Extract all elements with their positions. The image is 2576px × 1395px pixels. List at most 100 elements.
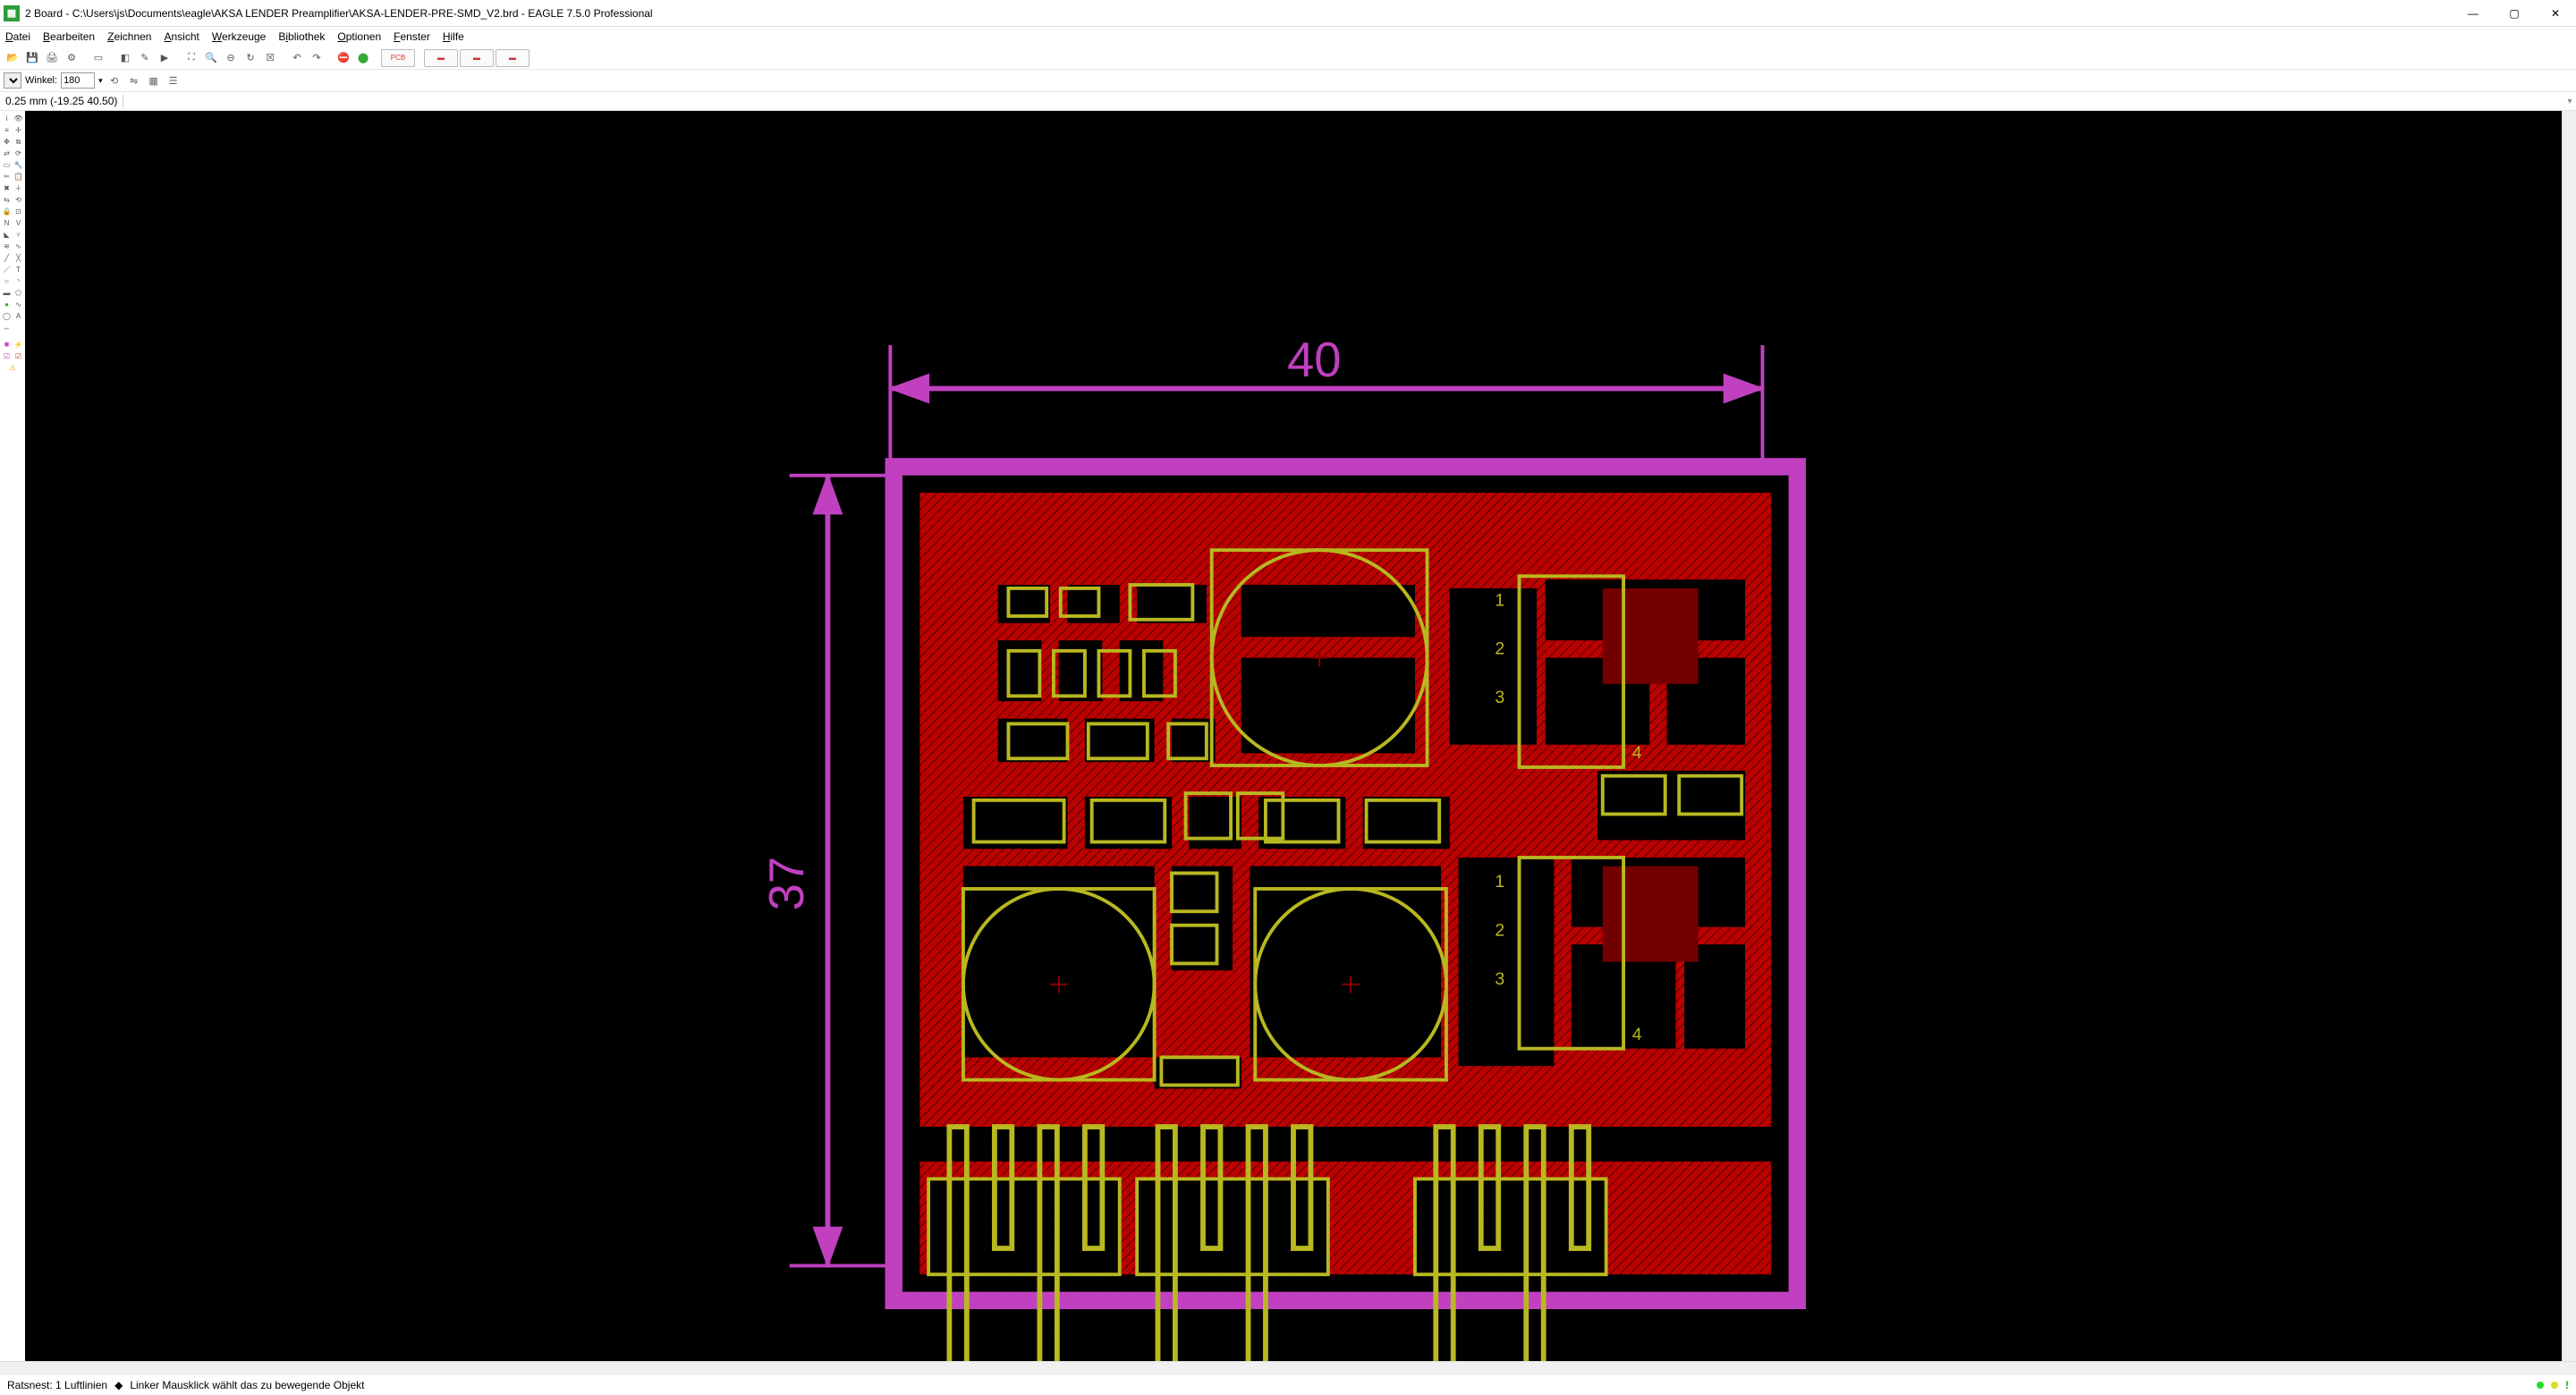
tool-add[interactable]: ＋ bbox=[13, 182, 24, 194]
script-icon[interactable]: ✎ bbox=[136, 49, 154, 67]
tool-ripup[interactable]: ╳ bbox=[13, 252, 24, 264]
tool-smash[interactable]: ⊡ bbox=[13, 206, 24, 217]
tool-copy[interactable]: ⧉ bbox=[13, 136, 24, 148]
tool-drc[interactable]: ☑ bbox=[13, 351, 24, 362]
stop-icon[interactable]: ⛔ bbox=[335, 49, 352, 67]
tool-cut[interactable]: ✂ bbox=[1, 171, 13, 182]
status-hint: Linker Mausklick wählt das zu bewegende … bbox=[130, 1379, 364, 1391]
tool-lock[interactable]: 🔒 bbox=[1, 206, 13, 217]
tool-value[interactable]: V bbox=[13, 217, 24, 229]
menu-bearbeiten[interactable]: Bearbeiten bbox=[41, 29, 97, 45]
tool-rect[interactable]: ▬ bbox=[1, 287, 13, 299]
zoom-select-icon[interactable]: ☒ bbox=[261, 49, 279, 67]
manufacturer2-button[interactable]: ▬ bbox=[460, 49, 494, 67]
undo-icon[interactable]: ↶ bbox=[288, 49, 306, 67]
print-icon[interactable]: 🖨 bbox=[43, 49, 61, 67]
minimize-button[interactable]: — bbox=[2453, 0, 2494, 27]
status-exclaim: ! bbox=[2565, 1379, 2569, 1391]
tool-paste[interactable]: 📋 bbox=[13, 171, 24, 182]
zoom-fit-icon[interactable]: ⛶ bbox=[182, 49, 200, 67]
tool-meander[interactable]: ∿ bbox=[13, 241, 24, 252]
pcb-view: 40 37 bbox=[25, 111, 2562, 1361]
redraw-icon[interactable]: ↻ bbox=[242, 49, 259, 67]
tool-change[interactable]: 🔧 bbox=[13, 159, 24, 171]
menu-zeichnen[interactable]: Zeichnen bbox=[106, 29, 153, 45]
run-icon[interactable]: ▶ bbox=[156, 49, 174, 67]
menu-hilfe[interactable]: Hilfe bbox=[441, 29, 466, 45]
tool-replace[interactable]: ⟲ bbox=[13, 194, 24, 206]
cmd-dropdown-icon[interactable]: ▾ bbox=[2563, 97, 2576, 106]
tool-circle[interactable]: ○ bbox=[1, 275, 13, 287]
tool-attribute[interactable]: A bbox=[13, 310, 24, 322]
tool-route[interactable]: ╱ bbox=[1, 252, 13, 264]
tool-miter[interactable]: ◣ bbox=[1, 229, 13, 241]
menu-fenster[interactable]: Fenster bbox=[392, 29, 432, 45]
tool-signal[interactable]: ∿ bbox=[13, 299, 24, 310]
tool-show[interactable]: 👁 bbox=[13, 113, 24, 124]
tool-dimension[interactable]: ↔ bbox=[1, 322, 13, 334]
mirror-icon[interactable]: ⟲ bbox=[106, 72, 123, 89]
save-icon[interactable]: 💾 bbox=[23, 49, 41, 67]
flip-icon[interactable]: ⇋ bbox=[126, 72, 142, 89]
tool-optimize[interactable]: ≋ bbox=[1, 241, 13, 252]
zoom-in-icon[interactable]: 🔍 bbox=[202, 49, 220, 67]
tool-auto[interactable]: ⚡ bbox=[13, 339, 24, 351]
horizontal-scrollbar[interactable] bbox=[0, 1361, 2576, 1375]
tool-empty1 bbox=[13, 322, 24, 334]
tool-name[interactable]: N bbox=[1, 217, 13, 229]
zoom-out-icon[interactable]: ⊖ bbox=[222, 49, 240, 67]
tool-erc[interactable]: ☑ bbox=[1, 351, 13, 362]
tool-text[interactable]: T bbox=[13, 264, 24, 275]
svg-text:1: 1 bbox=[1495, 590, 1504, 610]
tool-pinswap[interactable]: ⇆ bbox=[1, 194, 13, 206]
svg-text:2: 2 bbox=[1495, 920, 1504, 940]
tool-split[interactable]: ⑂ bbox=[13, 229, 24, 241]
svg-text:3: 3 bbox=[1495, 969, 1504, 989]
parameter-bar: ▾ Winkel: ▾ ⟲ ⇋ ▦ ☰ bbox=[0, 70, 2576, 91]
pcb-services-button[interactable]: PCB bbox=[381, 49, 415, 67]
maximize-button[interactable]: ▢ bbox=[2494, 0, 2535, 27]
tool-ratsnest[interactable]: ✱ bbox=[1, 339, 13, 351]
svg-text:1: 1 bbox=[1495, 872, 1504, 892]
open-icon[interactable]: 📂 bbox=[4, 49, 21, 67]
tool-via[interactable]: ● bbox=[1, 299, 13, 310]
command-input[interactable] bbox=[123, 95, 2563, 107]
schematic-icon[interactable]: ▭ bbox=[89, 49, 107, 67]
coordinates-readout: 0.25 mm (-19.25 40.50) bbox=[0, 95, 123, 107]
tool-polygon[interactable]: ⬠ bbox=[13, 287, 24, 299]
tool-arc[interactable]: ◝ bbox=[13, 275, 24, 287]
menubar: Datei Bearbeiten Zeichnen Ansicht Werkze… bbox=[0, 27, 2576, 46]
board-canvas[interactable]: 40 37 bbox=[25, 111, 2562, 1361]
angle-input[interactable] bbox=[61, 72, 95, 89]
go-icon[interactable]: ⬤ bbox=[354, 49, 372, 67]
svg-text:4: 4 bbox=[1632, 743, 1642, 763]
close-button[interactable]: ✕ bbox=[2535, 0, 2576, 27]
redo-icon[interactable]: ↷ bbox=[308, 49, 326, 67]
tool-mirror[interactable]: ⇄ bbox=[1, 148, 13, 159]
tool-delete[interactable]: ✖ bbox=[1, 182, 13, 194]
tool-rotate[interactable]: ⟳ bbox=[13, 148, 24, 159]
vertical-scrollbar[interactable] bbox=[2562, 111, 2576, 1361]
menu-optionen[interactable]: Optionen bbox=[335, 29, 383, 45]
menu-ansicht[interactable]: Ansicht bbox=[162, 29, 200, 45]
tool-errors[interactable]: ⚠ bbox=[1, 362, 24, 374]
tool-group[interactable]: ▭ bbox=[1, 159, 13, 171]
svg-text:37: 37 bbox=[759, 857, 814, 910]
menu-datei[interactable]: Datei bbox=[4, 29, 32, 45]
manufacturer3-button[interactable]: ▬ bbox=[496, 49, 530, 67]
manufacturer1-button[interactable]: ▬ bbox=[424, 49, 458, 67]
grid-dropdown[interactable]: ▾ bbox=[4, 72, 21, 89]
tool-hole[interactable]: ◯ bbox=[1, 310, 13, 322]
app-icon: ▦ bbox=[4, 5, 20, 21]
library-icon[interactable]: ◧ bbox=[116, 49, 134, 67]
align-icon[interactable]: ▦ bbox=[146, 72, 162, 89]
tool-move[interactable]: ✥ bbox=[1, 136, 13, 148]
tool-wire[interactable]: ／ bbox=[1, 264, 13, 275]
tool-mark[interactable]: ✛ bbox=[13, 124, 24, 136]
menu-werkzeuge[interactable]: Werkzeuge bbox=[210, 29, 267, 45]
lock-icon[interactable]: ☰ bbox=[165, 72, 182, 89]
tool-layers[interactable]: ≡ bbox=[1, 124, 13, 136]
tool-info[interactable]: i bbox=[1, 113, 13, 124]
cam-icon[interactable]: ⚙ bbox=[63, 49, 80, 67]
menu-bibliothek[interactable]: Bibliothek bbox=[276, 29, 326, 45]
